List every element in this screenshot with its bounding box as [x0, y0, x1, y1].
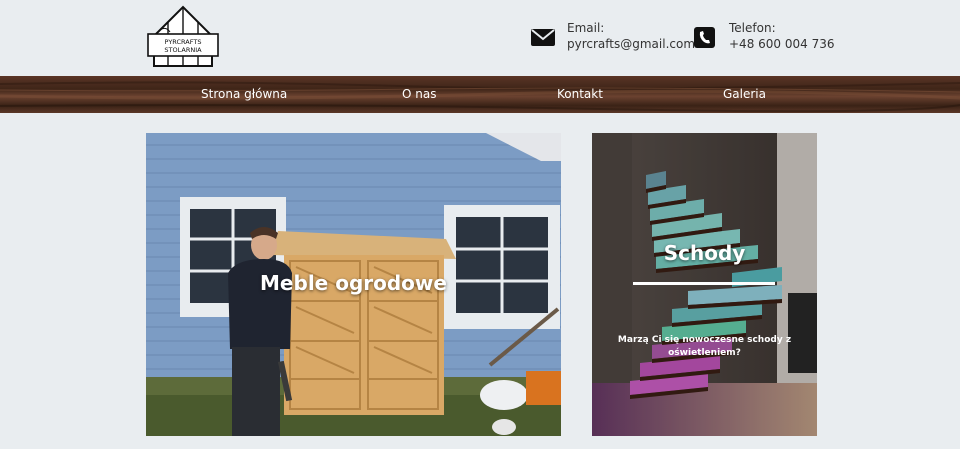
nav-item-about[interactable]: O nas: [402, 87, 436, 101]
wood-texture: [0, 81, 960, 113]
nav-item-gallery[interactable]: Galeria: [723, 87, 766, 101]
main-nav: Strona główna O nas Kontakt Galeria: [0, 76, 960, 113]
envelope-icon: [531, 29, 555, 46]
nav-item-home[interactable]: Strona główna: [201, 87, 287, 101]
contact-email: Email: pyrcrafts@gmail.com: [531, 20, 695, 52]
card-title: Schody: [663, 241, 746, 265]
email-value[interactable]: pyrcrafts@gmail.com: [567, 36, 695, 52]
title-underline: [633, 282, 775, 285]
email-label: Email:: [567, 21, 605, 35]
card-garden-furniture[interactable]: Meble ogrodowe: [146, 133, 561, 436]
card-description: Marzą Ci się nowoczesne schody z oświetl…: [617, 335, 792, 358]
site-header: PYRCRAFTS STOLARNIA Email: pyrcrafts@gma…: [0, 0, 960, 76]
contact-phone: Telefon: +48 600 004 736: [693, 20, 834, 52]
card-title: Meble ogrodowe: [260, 271, 447, 295]
card-stairs[interactable]: Schody Marzą Ci się nowoczesne schody z …: [592, 133, 817, 436]
phone-icon: [694, 27, 715, 48]
phone-value[interactable]: +48 600 004 736: [729, 36, 834, 52]
logo-text-2: STOLARNIA: [164, 46, 202, 54]
logo-text-1: PYRCRAFTS: [165, 38, 202, 46]
phone-label: Telefon:: [729, 21, 776, 35]
nav-item-contact[interactable]: Kontakt: [557, 87, 603, 101]
pyrcrafts-logo[interactable]: PYRCRAFTS STOLARNIA: [146, 4, 220, 71]
